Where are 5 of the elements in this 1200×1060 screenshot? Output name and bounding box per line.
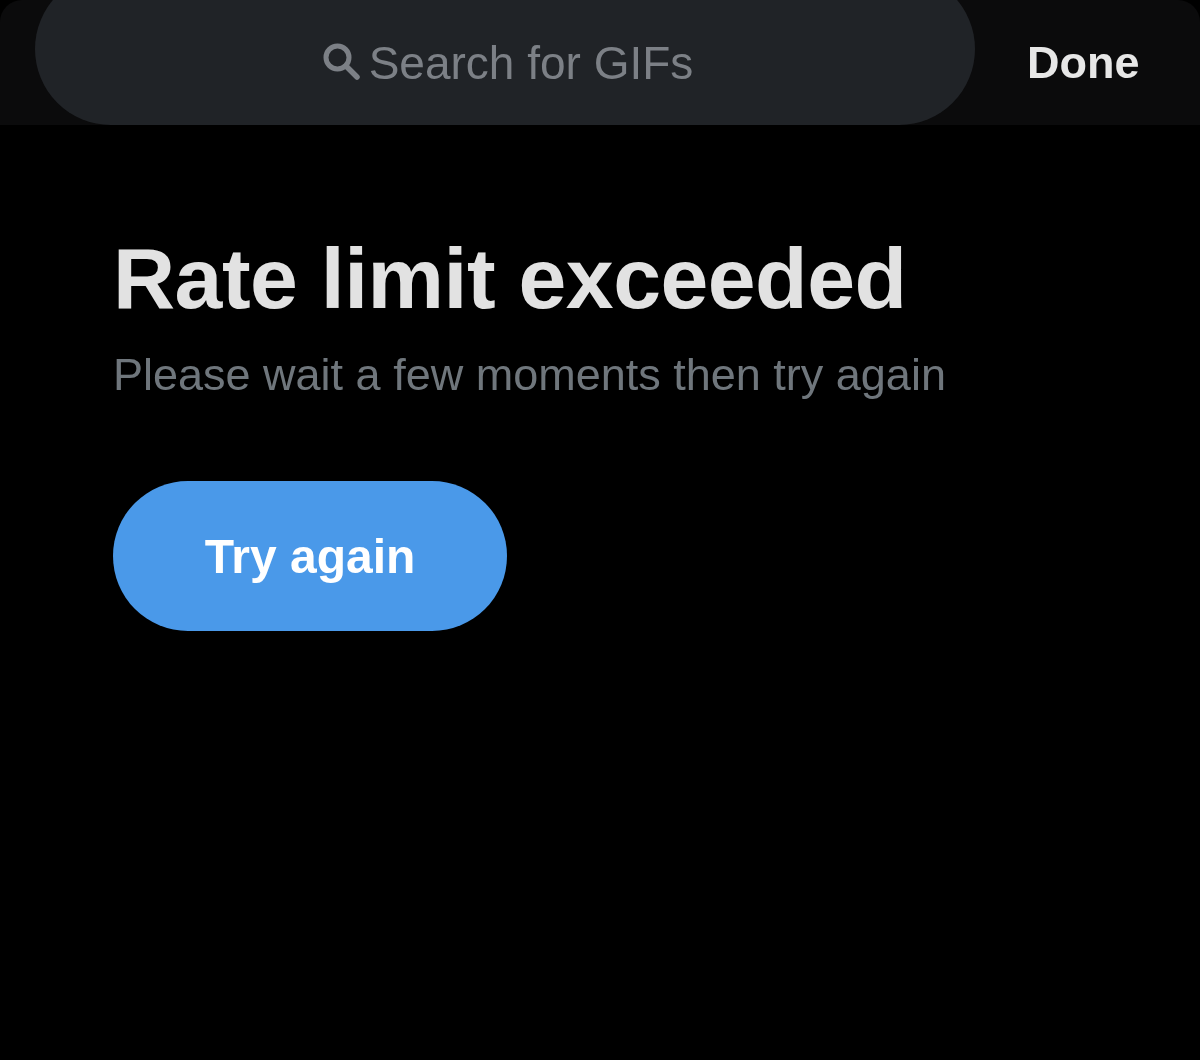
error-title: Rate limit exceeded <box>113 229 907 328</box>
search-icon <box>322 42 360 80</box>
search-field[interactable]: Search for GIFs <box>35 0 975 125</box>
error-message: Please wait a few moments then try again <box>113 348 946 402</box>
done-button[interactable]: Done <box>1027 37 1140 89</box>
